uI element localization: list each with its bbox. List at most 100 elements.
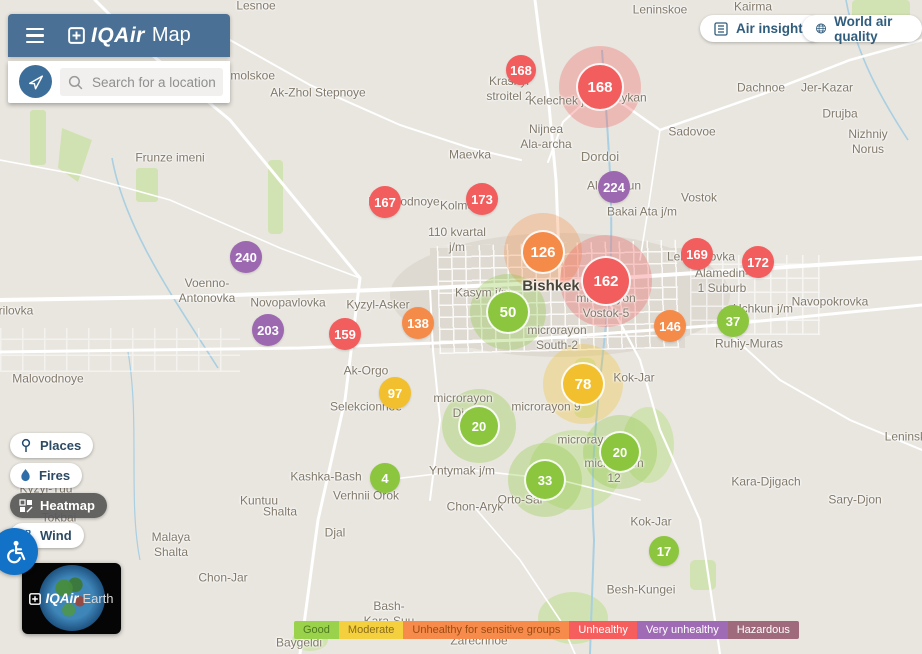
map-place-label: Yntymak j/m bbox=[429, 464, 495, 479]
map-place-label: Kairma bbox=[734, 0, 772, 15]
globe-icon bbox=[815, 20, 827, 37]
aqi-marker[interactable]: 20 bbox=[601, 433, 639, 471]
map-place-label: Shalta bbox=[263, 505, 297, 520]
map-place-label: Ak-Zhol Stepnoye bbox=[270, 86, 365, 101]
map-app: LesnoeLeninskoeKairmaKrasnyi stroitel 2K… bbox=[0, 0, 922, 654]
search-input[interactable]: Search for a location bbox=[60, 68, 223, 96]
earth-brand: IQAir bbox=[45, 591, 78, 606]
world-air-quality-button[interactable]: World air quality bbox=[802, 15, 922, 42]
aqi-marker[interactable]: 50 bbox=[488, 292, 528, 332]
layer-button-fires[interactable]: Fires bbox=[10, 463, 82, 488]
layer-button-heatmap[interactable]: Heatmap bbox=[10, 493, 107, 518]
aqi-marker[interactable]: 17 bbox=[649, 536, 679, 566]
map-place-label: Dachnoe bbox=[737, 81, 785, 96]
world-air-quality-label: World air quality bbox=[834, 14, 909, 44]
map-place-label: Drujba bbox=[822, 107, 857, 122]
map-place-label: Malovodnoye bbox=[12, 372, 83, 387]
locate-me-button[interactable] bbox=[19, 65, 52, 98]
map-place-label: Kara-Djigach bbox=[731, 475, 800, 490]
aqi-marker[interactable]: 172 bbox=[742, 246, 774, 278]
aqi-marker[interactable]: 168 bbox=[506, 55, 536, 85]
map-place-label: Kashka-Bash bbox=[290, 470, 361, 485]
search-placeholder: Search for a location bbox=[92, 75, 216, 90]
wind-label: Wind bbox=[40, 528, 72, 543]
iqair-earth-widget[interactable]: IQAir Earth bbox=[22, 563, 121, 634]
legend-item: Unhealthy for sensitive groups bbox=[403, 621, 569, 639]
iqair-plus-icon bbox=[68, 27, 85, 44]
app-header: IQAir Map bbox=[8, 14, 230, 57]
map-place-label: Frunze imeni bbox=[135, 151, 204, 166]
heatmap-label: Heatmap bbox=[40, 498, 95, 513]
aqi-marker[interactable]: 146 bbox=[654, 310, 686, 342]
map-place-label: Malaya Shalta bbox=[152, 530, 191, 560]
map-place-label: Alamedin- 1 Suburb bbox=[695, 266, 749, 296]
aqi-marker[interactable]: 138 bbox=[402, 307, 434, 339]
iqair-plus-icon bbox=[29, 593, 41, 605]
aqi-marker[interactable]: 4 bbox=[370, 463, 400, 493]
wheelchair-icon bbox=[2, 539, 28, 565]
search-icon bbox=[67, 74, 84, 91]
map-place-label: Ruhiy-Muras bbox=[715, 337, 783, 352]
map-place-label: Kyzyl-Asker bbox=[346, 298, 409, 313]
iqair-logo[interactable]: IQAir Map bbox=[68, 24, 191, 48]
aqi-marker[interactable]: 159 bbox=[329, 318, 361, 350]
search-bar: Search for a location bbox=[8, 61, 230, 103]
map-place-label: Vostok bbox=[681, 191, 717, 206]
layer-button-places[interactable]: Places bbox=[10, 433, 93, 458]
aqi-marker[interactable]: 37 bbox=[717, 305, 749, 337]
map-place-label: vrilovka bbox=[0, 304, 33, 319]
aqi-marker[interactable]: 126 bbox=[523, 232, 563, 272]
map-place-label: Sary-Djon bbox=[828, 493, 881, 508]
legend-item: Moderate bbox=[339, 621, 403, 639]
aqi-legend: GoodModerateUnhealthy for sensitive grou… bbox=[294, 621, 799, 639]
map-place-label: Maevka bbox=[449, 148, 491, 163]
map-place-label: Chon-Jar bbox=[198, 571, 247, 586]
map-place-label: microrayon South-2 bbox=[527, 323, 586, 353]
legend-item: Very unhealthy bbox=[637, 621, 728, 639]
aqi-marker[interactable]: 169 bbox=[681, 238, 713, 270]
map-place-label: Kok-Jar bbox=[630, 515, 671, 530]
aqi-marker[interactable]: 78 bbox=[563, 364, 603, 404]
map-place-label: Ak-Orgo bbox=[344, 364, 389, 379]
heatmap-icon bbox=[19, 499, 33, 513]
flame-icon bbox=[19, 468, 32, 483]
legend-item: Unhealthy bbox=[569, 621, 637, 639]
map-place-label: Djal bbox=[325, 526, 346, 541]
aqi-marker[interactable]: 162 bbox=[583, 258, 629, 304]
logo-text: IQAir bbox=[91, 24, 145, 48]
map-place-label: Navopokrovka bbox=[792, 295, 869, 310]
aqi-marker[interactable]: 168 bbox=[578, 65, 622, 109]
map-place-label: 110 kvartal j/m bbox=[428, 225, 486, 255]
fires-label: Fires bbox=[39, 468, 70, 483]
air-insights-label: Air insights bbox=[736, 21, 810, 36]
street-grid bbox=[0, 328, 240, 372]
legend-item: Good bbox=[294, 621, 339, 639]
map-place-label: Nizhniy Norus bbox=[848, 127, 887, 157]
map-place-label: Nijnea Ala-archa bbox=[520, 122, 571, 152]
pin-icon bbox=[19, 438, 33, 453]
aqi-marker[interactable]: 240 bbox=[230, 241, 262, 273]
map-place-label: Bakai Ata j/m bbox=[607, 205, 677, 220]
map-place-label: Kok-Jar bbox=[613, 371, 654, 386]
map-place-label: Jer-Kazar bbox=[801, 81, 853, 96]
legend-item: Hazardous bbox=[728, 621, 799, 639]
map-place-label: Leninskoe bbox=[633, 3, 688, 18]
earth-suffix: Earth bbox=[82, 591, 113, 606]
map-place-label: microrayon 9 bbox=[511, 400, 580, 415]
map-place-label: Sadovoe bbox=[668, 125, 715, 140]
aqi-marker[interactable]: 20 bbox=[460, 407, 498, 445]
aqi-marker[interactable]: 173 bbox=[466, 183, 498, 215]
aqi-marker[interactable]: 97 bbox=[379, 377, 411, 409]
aqi-marker[interactable]: 167 bbox=[369, 186, 401, 218]
aqi-marker[interactable]: 224 bbox=[598, 171, 630, 203]
news-icon bbox=[713, 21, 729, 37]
map-place-label: Lesnoe bbox=[236, 0, 275, 14]
aqi-marker[interactable]: 203 bbox=[252, 314, 284, 346]
aqi-marker[interactable]: 33 bbox=[526, 461, 564, 499]
menu-button[interactable] bbox=[20, 21, 54, 51]
map-place-label: Dordoi bbox=[581, 149, 619, 165]
logo-suffix: Map bbox=[152, 24, 191, 47]
map-place-label: Novopavlovka bbox=[250, 296, 325, 311]
map-place-label: Chon-Aryk bbox=[447, 500, 504, 515]
places-label: Places bbox=[40, 438, 81, 453]
